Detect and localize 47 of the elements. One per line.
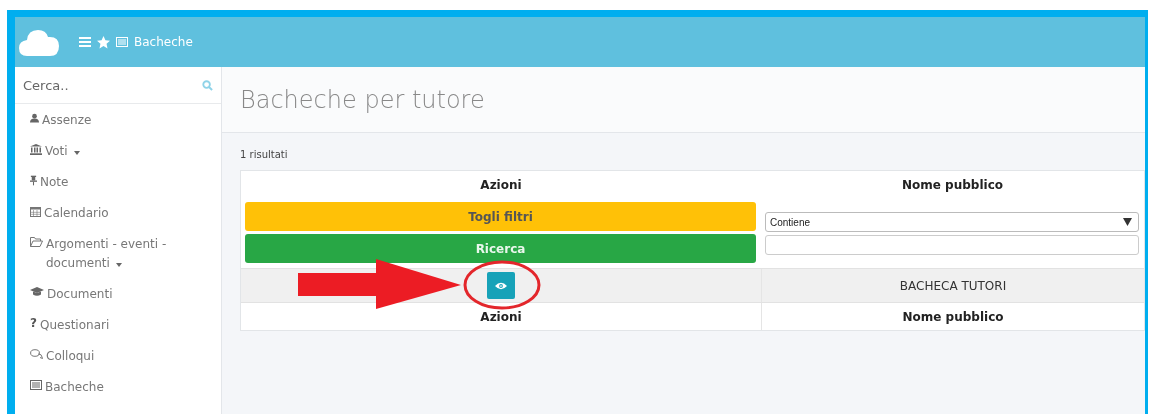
view-button[interactable] <box>487 272 515 299</box>
sidebar-item[interactable]: ? Questionari <box>15 309 221 340</box>
table-cell: BACHECA TUTORI <box>761 269 1144 302</box>
star-icon[interactable] <box>97 35 110 49</box>
sidebar-item[interactable]: Documenti <box>15 278 221 309</box>
list-icon <box>30 380 42 390</box>
sidebar-item[interactable]: Bacheche <box>15 371 221 402</box>
list-icon <box>116 37 128 47</box>
filter-select[interactable]: Contiene <box>765 212 1139 232</box>
result-count: 1 risultati <box>240 149 289 160</box>
sidebar-item[interactable]: Calendario <box>15 197 221 228</box>
menu-label: Documenti <box>47 286 113 303</box>
graduation-cap-icon <box>30 287 44 297</box>
menu-label: Colloqui <box>46 348 95 365</box>
menu-label: Argomenti - eventi - documenti <box>46 236 168 272</box>
column-footer: Azioni <box>241 303 761 330</box>
caret-icon <box>115 262 122 267</box>
caret-icon <box>73 150 80 155</box>
menu-label: Questionari <box>39 317 110 334</box>
dropdown-arrow-icon <box>1123 218 1132 226</box>
filter-button[interactable]: Ricerca <box>245 234 756 263</box>
column-header[interactable]: Azioni <box>241 171 761 199</box>
pin-icon <box>30 175 37 186</box>
sidebar-item[interactable]: Note <box>15 166 221 197</box>
eye-icon <box>495 281 507 290</box>
menu-label: Note <box>40 174 69 191</box>
search-icon[interactable] <box>202 79 213 91</box>
menu-icon[interactable] <box>79 37 91 47</box>
sidebar-item[interactable]: Assenze <box>15 104 221 135</box>
sidebar-item[interactable]: Argomenti - eventi - documenti <box>15 228 221 278</box>
folder-icon <box>30 237 43 247</box>
menu-label: Bacheche <box>45 379 104 396</box>
cloud-icon <box>19 27 59 57</box>
menu-label: Assenze <box>42 112 92 129</box>
sidebar-item[interactable]: Voti <box>15 135 221 166</box>
column-footer: Nome pubblico <box>761 303 1144 330</box>
sidebar-item[interactable]: Colloqui <box>15 340 221 371</box>
page-title: Bacheche per tutore <box>240 85 485 114</box>
filter-button[interactable]: Togli filtri <box>245 202 756 231</box>
chat-icon <box>30 349 43 359</box>
user-icon <box>30 113 39 123</box>
calendar-icon <box>30 206 41 217</box>
filter-input[interactable] <box>765 235 1139 255</box>
bank-icon <box>30 144 42 155</box>
menu-label: Calendario <box>44 205 109 222</box>
menu-label: Voti <box>45 142 80 161</box>
column-header[interactable]: Nome pubblico <box>761 171 1144 199</box>
